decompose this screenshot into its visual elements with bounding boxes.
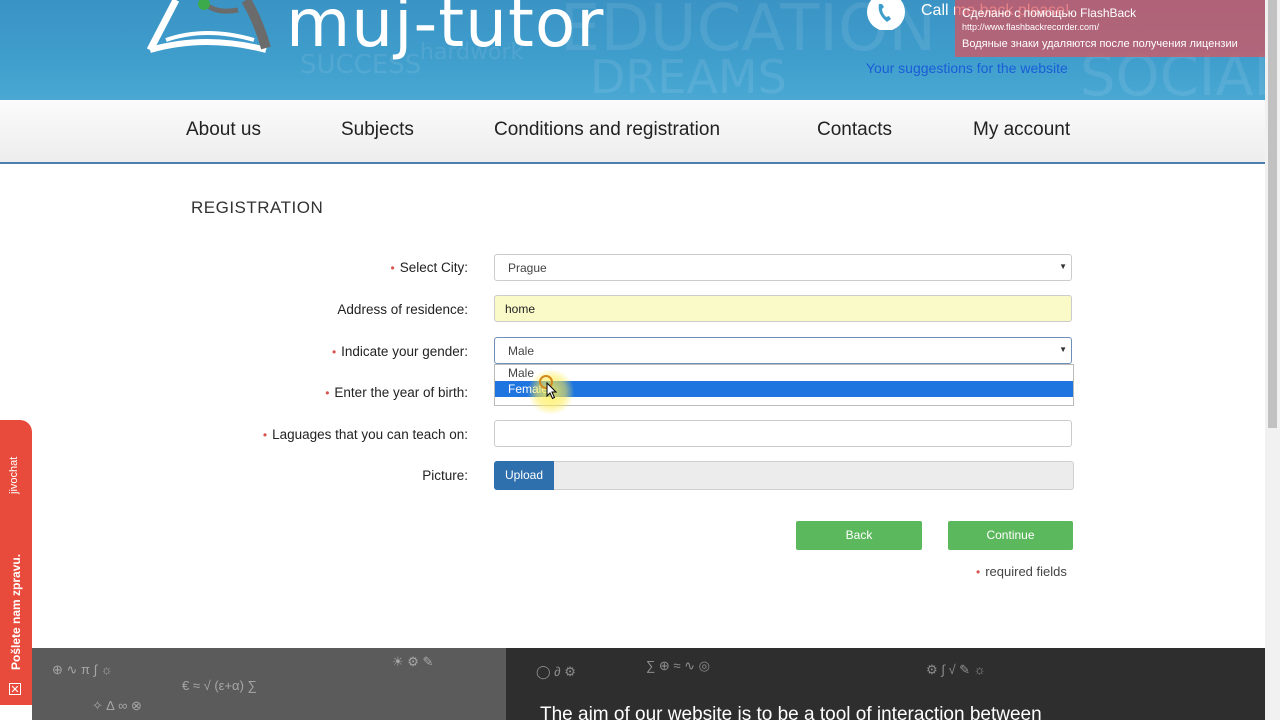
continue-button[interactable]: Continue xyxy=(948,521,1073,550)
recorder-watermark: Сделано с помощью FlashBack http://www.f… xyxy=(955,0,1265,57)
chat-message-prompt[interactable]: Pošlete nam zpravu. xyxy=(9,554,23,670)
address-input-value: home xyxy=(505,302,536,316)
required-marker: • xyxy=(325,386,330,400)
upload-button[interactable]: Upload xyxy=(494,461,554,490)
picture-label: Picture: xyxy=(422,468,468,483)
required-fields-text: required fields xyxy=(985,564,1067,579)
logo-book-icon[interactable] xyxy=(146,0,286,56)
picture-upload-field[interactable]: Upload xyxy=(494,461,1074,490)
chalk-doodle: ◯ ∂ ⚙ xyxy=(536,664,576,679)
scrollbar-thumb[interactable] xyxy=(1268,0,1277,428)
languages-label-text: Laguages that you can teach on: xyxy=(272,427,468,442)
footer-mission-text: The aim of our website is to be a tool o… xyxy=(540,704,1042,720)
gender-option-female[interactable]: Female xyxy=(495,381,1073,397)
gender-select[interactable]: Male ▼ xyxy=(494,337,1072,364)
chevron-down-icon: ▼ xyxy=(1059,345,1067,354)
chat-brand: jivochat xyxy=(8,456,20,494)
gender-select-value: Male xyxy=(508,344,535,358)
chalk-doodle: ⚙ ∫ √ ✎ ☼ xyxy=(926,662,986,677)
nav-my-account[interactable]: My account xyxy=(973,119,1070,141)
languages-label: • Laguages that you can teach on: xyxy=(263,427,468,442)
chalk-doodle: ☀ ⚙ ✎ xyxy=(392,654,434,669)
chevron-down-icon: ▼ xyxy=(1059,262,1067,271)
back-button[interactable]: Back xyxy=(796,521,922,550)
close-icon[interactable]: ✕ xyxy=(9,683,21,696)
required-marker: • xyxy=(976,565,981,579)
required-fields-note: • required fields xyxy=(976,564,1067,579)
birth-year-label: • Enter the year of birth: xyxy=(325,385,468,400)
watermark-url: http://www.flashbackrecorder.com/ xyxy=(962,22,1100,32)
city-label: • Select City: xyxy=(391,260,468,275)
chalk-doodle: ∑ ⊕ ≈ ∿ ◎ xyxy=(646,658,710,673)
watermark-note: Водяные знаки удаляются после получения … xyxy=(962,38,1238,50)
city-select[interactable]: Prague ▼ xyxy=(494,254,1072,281)
watermark-title: Сделано с помощью FlashBack xyxy=(962,6,1137,20)
nav-subjects[interactable]: Subjects xyxy=(341,119,414,141)
gender-dropdown-list: Male Female xyxy=(494,364,1074,406)
nav-contacts[interactable]: Contacts xyxy=(817,119,892,141)
birth-year-label-text: Enter the year of birth: xyxy=(334,385,468,400)
page-scrollbar[interactable] xyxy=(1265,0,1280,720)
main-nav: About us Subjects Conditions and registr… xyxy=(0,100,1265,164)
gender-option-male[interactable]: Male xyxy=(495,365,1073,381)
gender-label: • Indicate your gender: xyxy=(332,344,468,359)
chalk-doodle: ⊕ ∿ π ∫ ☼ xyxy=(52,662,113,677)
languages-input[interactable] xyxy=(494,420,1072,447)
phone-icon[interactable] xyxy=(865,0,907,30)
footer-chalkboard-left: ⊕ ∿ π ∫ ☼ € ≈ √ (ε+α) ∑ ☀ ⚙ ✎ ✧ ∆ ∞ ⊗ xyxy=(32,648,506,720)
logo-text[interactable]: muj-tutor xyxy=(286,0,604,64)
gender-label-text: Indicate your gender: xyxy=(341,344,468,359)
chat-widget-tab[interactable]: jivochat Pošlete nam zpravu. ✕ xyxy=(0,420,32,705)
required-marker: • xyxy=(390,261,395,275)
address-label: Address of residence: xyxy=(337,302,468,317)
footer-chalkboard-right: ◯ ∂ ⚙ ∑ ⊕ ≈ ∿ ◎ ⚙ ∫ √ ✎ ☼ The aim of our… xyxy=(506,648,1265,720)
mouse-pointer-icon xyxy=(546,382,558,400)
nav-conditions-registration[interactable]: Conditions and registration xyxy=(494,119,720,141)
required-marker: • xyxy=(262,428,268,442)
nav-about-us[interactable]: About us xyxy=(186,119,261,141)
suggestions-link[interactable]: Your suggestions for the website xyxy=(866,60,1068,76)
header-banner: hardwork EDUCATION DREAMS SOCIAL SUCCESS… xyxy=(0,0,1265,100)
chalk-doodle: € ≈ √ (ε+α) ∑ xyxy=(182,678,257,693)
chalk-doodle: ✧ ∆ ∞ ⊗ xyxy=(92,698,142,713)
address-input[interactable]: home xyxy=(494,295,1072,322)
city-label-text: Select City: xyxy=(399,260,468,275)
city-select-value: Prague xyxy=(508,261,547,275)
banner-decoration: DREAMS xyxy=(590,50,787,100)
page-title: REGISTRATION xyxy=(191,198,324,217)
required-marker: • xyxy=(331,345,337,359)
